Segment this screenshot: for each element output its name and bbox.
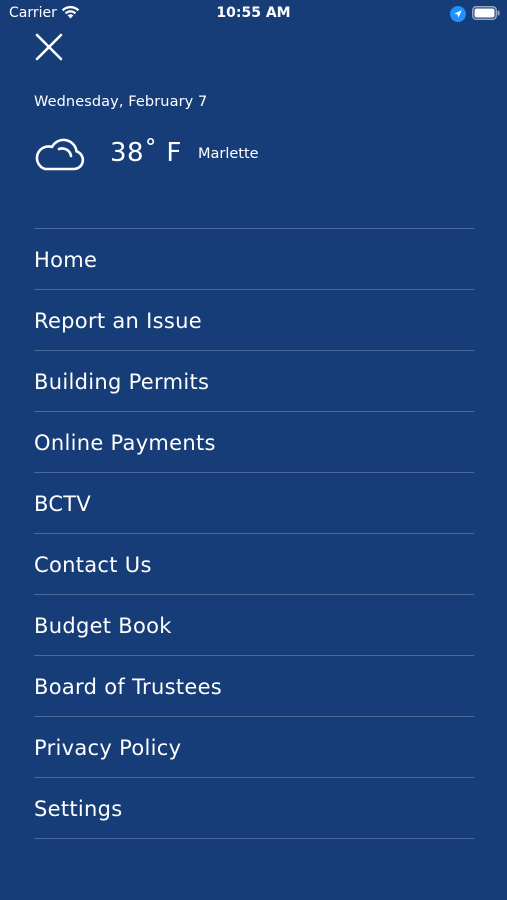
weather-widget: 38˚ F Marlette (33, 134, 333, 174)
main-menu: Home Report an Issue Building Permits On… (34, 228, 474, 839)
location-arrow-icon (450, 6, 466, 22)
menu-item-building-permits[interactable]: Building Permits (34, 351, 474, 412)
cloud-icon (35, 138, 85, 171)
menu-item-contact-us[interactable]: Contact Us (34, 534, 474, 595)
status-time: 10:55 AM (216, 5, 291, 21)
menu-item-privacy-policy[interactable]: Privacy Policy (34, 717, 474, 778)
menu-item-budget-book[interactable]: Budget Book (34, 595, 474, 656)
battery-icon (472, 6, 500, 20)
current-date: Wednesday, February 7 (34, 94, 208, 110)
menu-item-home[interactable]: Home (34, 229, 474, 290)
close-button[interactable] (33, 31, 65, 63)
menu-item-settings[interactable]: Settings (34, 778, 474, 839)
menu-item-report-an-issue[interactable]: Report an Issue (34, 290, 474, 351)
menu-item-board-of-trustees[interactable]: Board of Trustees (34, 656, 474, 717)
status-bar: Carrier 10:55 AM (0, 0, 507, 28)
menu-screen: Carrier 10:55 AM Wednesday, February 7 3… (0, 0, 507, 900)
menu-item-bctv[interactable]: BCTV (34, 473, 474, 534)
weather-location: Marlette (198, 146, 259, 162)
menu-item-online-payments[interactable]: Online Payments (34, 412, 474, 473)
temperature: 38˚ F (110, 138, 182, 168)
close-icon (35, 33, 63, 61)
